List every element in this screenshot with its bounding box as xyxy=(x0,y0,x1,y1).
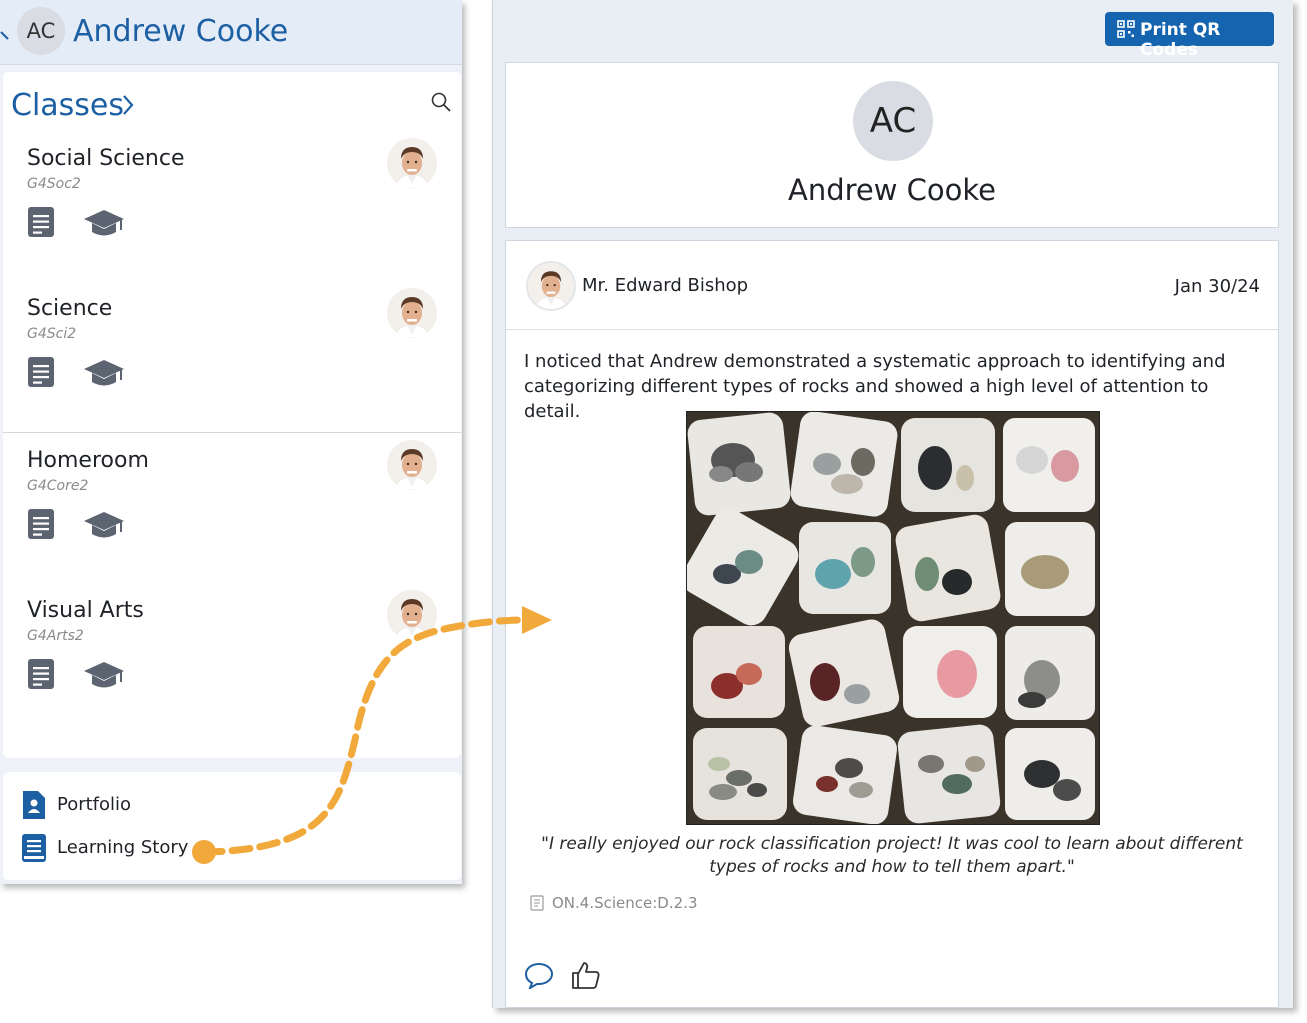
graduation-cap-icon[interactable] xyxy=(83,358,125,388)
search-icon[interactable] xyxy=(431,92,451,112)
story-date: Jan 30/24 xyxy=(1174,276,1260,297)
graduation-cap-icon[interactable] xyxy=(83,510,125,540)
portfolio-label: Portfolio xyxy=(57,794,132,815)
profile-name: Andrew Cooke xyxy=(787,173,997,207)
learning-story-card: Mr. Edward Bishop Jan 30/24 I noticed th… xyxy=(505,240,1279,1008)
back-chevron-icon[interactable] xyxy=(0,22,12,42)
learning-story-panel: Print QR Codes AC Andrew Cooke Mr. Edwar… xyxy=(492,0,1293,1008)
portfolio-link[interactable]: Portfolio xyxy=(21,790,321,820)
class-name: Social Science xyxy=(27,146,185,171)
student-avatar[interactable]: AC xyxy=(17,7,65,55)
class-code: G4Core2 xyxy=(27,478,89,494)
teacher-avatar xyxy=(387,440,437,490)
portfolio-icon xyxy=(23,791,45,819)
learning-story-label: Learning Story xyxy=(57,837,189,858)
profile-card: AC Andrew Cooke xyxy=(505,62,1279,228)
chevron-right-icon[interactable] xyxy=(120,92,136,118)
author-name: Mr. Edward Bishop xyxy=(582,275,749,296)
standard-code: ON.4.Science:D.2.3 xyxy=(552,894,698,912)
author-avatar xyxy=(526,261,576,311)
document-icon[interactable] xyxy=(27,508,55,540)
sidebar-header: AC Andrew Cooke xyxy=(0,0,462,65)
class-code: G4Sci2 xyxy=(27,326,77,342)
teacher-avatar xyxy=(387,288,437,338)
classes-heading[interactable]: Classes xyxy=(11,88,124,123)
document-icon[interactable] xyxy=(27,658,55,690)
class-name: Visual Arts xyxy=(27,598,144,623)
curriculum-standard[interactable]: ON.4.Science:D.2.3 xyxy=(530,893,830,913)
graduation-cap-icon[interactable] xyxy=(83,660,125,690)
class-row[interactable]: Visual Arts G4Arts2 xyxy=(3,584,461,734)
comment-icon[interactable] xyxy=(524,961,554,991)
thumbs-up-icon[interactable] xyxy=(570,959,602,991)
document-icon[interactable] xyxy=(27,206,55,238)
book-icon xyxy=(22,834,46,862)
bottom-nav: Portfolio Learning Story xyxy=(3,772,461,880)
learning-story-link[interactable]: Learning Story xyxy=(21,833,321,863)
class-code: G4Arts2 xyxy=(27,628,84,644)
student-quote: "I really enjoyed our rock classificatio… xyxy=(541,834,1243,877)
class-row[interactable]: Science G4Sci2 xyxy=(3,282,461,433)
story-header: Mr. Edward Bishop Jan 30/24 xyxy=(506,241,1278,330)
class-row[interactable]: Social Science G4Soc2 xyxy=(3,132,461,283)
class-code: G4Soc2 xyxy=(27,176,81,192)
graduation-cap-icon[interactable] xyxy=(83,208,125,238)
class-name: Homeroom xyxy=(27,448,149,473)
class-name: Science xyxy=(27,296,113,321)
teacher-avatar xyxy=(387,590,437,640)
standard-document-icon xyxy=(530,895,544,911)
print-qr-codes-button[interactable]: Print QR Codes xyxy=(1105,12,1274,60)
document-icon[interactable] xyxy=(27,356,55,388)
print-qr-label: Print QR Codes xyxy=(1140,20,1221,60)
student-name: Andrew Cooke xyxy=(73,14,289,49)
qr-code-icon xyxy=(1117,20,1135,38)
teacher-avatar xyxy=(387,138,437,188)
student-sidebar: AC Andrew Cooke Classes Social Science G… xyxy=(0,0,462,884)
rock-samples-photo[interactable] xyxy=(681,411,1100,825)
profile-avatar: AC xyxy=(853,81,933,161)
classes-card: Classes Social Science G4Soc2 Science G4… xyxy=(3,72,461,758)
class-row[interactable]: Homeroom G4Core2 xyxy=(3,434,461,585)
